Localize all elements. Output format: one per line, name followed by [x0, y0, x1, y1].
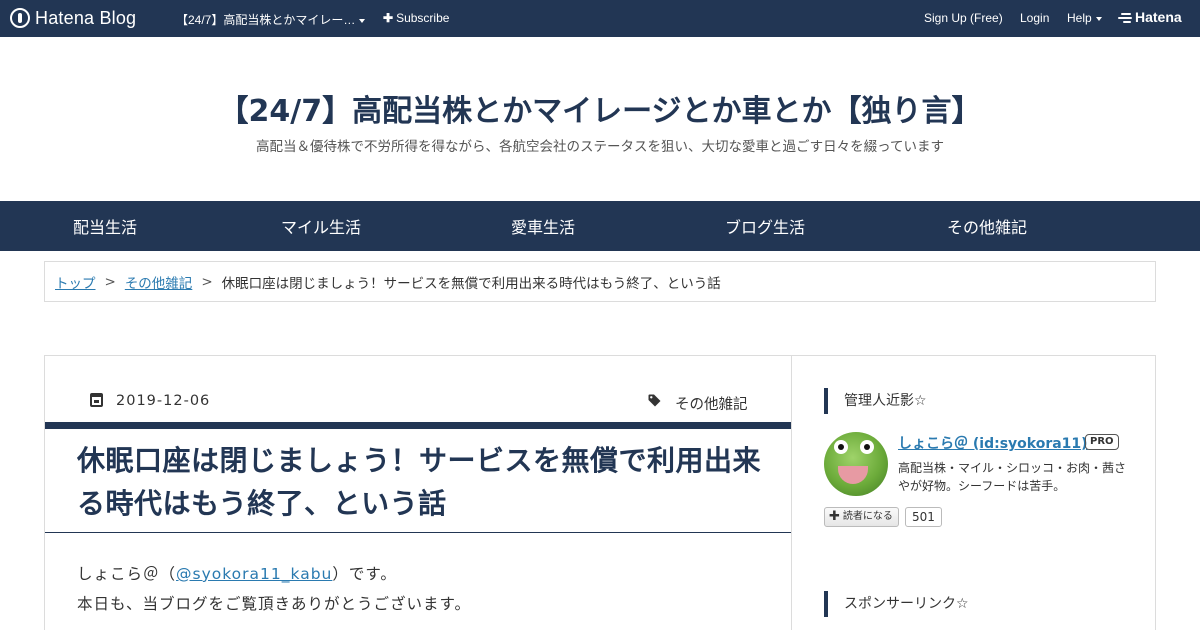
help-dropdown[interactable]: Help [1067, 11, 1102, 25]
hatena-mark-icon [1118, 12, 1132, 23]
breadcrumb-category-link[interactable]: その他雑記 [125, 272, 193, 292]
caret-down-icon [359, 18, 366, 23]
body-text: ）です。 [332, 565, 397, 583]
nav-item-mileage[interactable]: マイル生活 [210, 214, 432, 238]
blog-menu-dropdown[interactable]: 【24/7】高配当株とかマイレー… [176, 11, 366, 28]
entry-title-underline [45, 532, 791, 533]
nav-item-car[interactable]: 愛車生活 [432, 214, 654, 238]
entry-body-line-2: 本日も、当ブログをご覧頂きありがとうございます。 [77, 595, 471, 613]
plus-icon: ✚ [829, 509, 840, 524]
avatar[interactable] [824, 432, 888, 496]
entry-title-bar [45, 422, 791, 429]
tag-icon [648, 394, 661, 407]
calendar-icon [90, 393, 103, 407]
signup-link[interactable]: Sign Up (Free) [924, 11, 1003, 25]
profile-heading: 管理人近影☆ [824, 388, 927, 414]
nav-item-blog[interactable]: ブログ生活 [654, 214, 876, 238]
column-divider [791, 355, 792, 630]
breadcrumb-current: 休眠口座は閉じましょう！サービスを無償で利用出来る時代はもう終了、という話 [221, 275, 721, 292]
hatena-blog-logo-icon [10, 8, 30, 28]
breadcrumb-separator: > [104, 273, 116, 290]
login-link[interactable]: Login [1020, 11, 1049, 25]
subscribe-button[interactable]: ✚ Subscribe [383, 11, 449, 25]
user-name-link[interactable]: しょこら＠ (id:syokora11) [898, 433, 1088, 453]
reader-count-badge: 501 [905, 507, 942, 527]
blog-description: 高配当＆優待株で不労所得を得ながら、各航空会社のステータスを狙い、大切な愛車と過… [256, 139, 944, 155]
help-label: Help [1067, 11, 1092, 25]
nav-item-dividend[interactable]: 配当生活 [0, 214, 210, 238]
entry-body-line-1: しょこら＠（@syokora11_kabu）です。 [77, 562, 397, 584]
global-nav: 配当生活 マイル生活 愛車生活 ブログ生活 その他雑記 [0, 201, 1200, 251]
hatena-top-bar: Hatena Blog 【24/7】高配当株とかマイレー… ✚ Subscribe… [0, 0, 1200, 37]
hatena-logo[interactable]: Hatena [1118, 9, 1182, 25]
entry-category-link[interactable]: その他雑記 [675, 393, 748, 414]
entry-title[interactable]: 休眠口座は閉じましょう！サービスを無償で利用出来る時代はもう終了、という話 [77, 439, 777, 525]
nav-item-misc[interactable]: その他雑記 [876, 214, 1098, 238]
caret-down-icon [1095, 16, 1102, 21]
breadcrumb-top-link[interactable]: トップ [55, 272, 96, 292]
subscribe-label: Subscribe [396, 11, 450, 25]
subscribe-reader-button[interactable]: ✚ 読者になる [824, 507, 899, 527]
logo-text: Hatena Blog [35, 7, 137, 28]
hatena-blog-logo[interactable]: Hatena Blog [10, 7, 136, 29]
plus-icon: ✚ [383, 11, 394, 25]
entry-date[interactable]: 2019-12-06 [116, 393, 210, 409]
body-text: しょこら＠（ [77, 565, 177, 583]
avatar-eye [860, 440, 874, 454]
pro-badge: PRO [1085, 434, 1119, 450]
twitter-link[interactable]: @syokora11_kabu [176, 565, 332, 583]
sponsor-heading: スポンサーリンク☆ [824, 591, 969, 617]
breadcrumb-separator: > [201, 273, 213, 290]
breadcrumb: トップ > その他雑記 > 休眠口座は閉じましょう！サービスを無償で利用出来る時… [44, 261, 1156, 302]
reader-button-label: 読者になる [842, 511, 893, 522]
hatena-logo-text: Hatena [1135, 9, 1182, 25]
blog-title[interactable]: 【24/7】高配当株とかマイレージとか車とか【独り言】 [0, 86, 1200, 130]
blog-menu-label: 【24/7】高配当株とかマイレー… [176, 13, 356, 27]
user-description: 高配当株・マイル・シロッコ・お肉・茜さやが好物。シーフードは苦手。 [898, 461, 1127, 493]
avatar-mouth [838, 466, 868, 484]
avatar-eye [834, 440, 848, 454]
